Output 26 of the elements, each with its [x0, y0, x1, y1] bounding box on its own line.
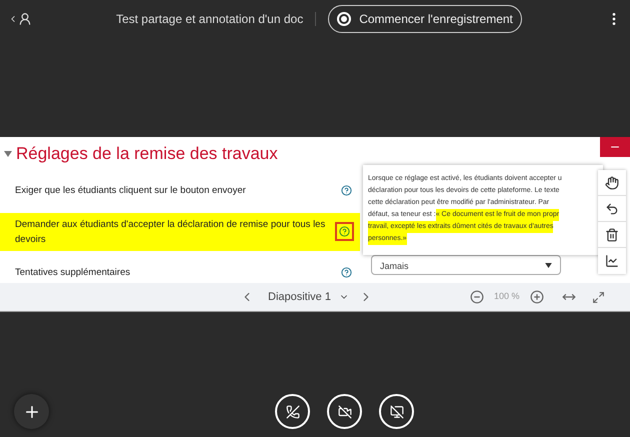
zoom-out-icon[interactable]	[470, 290, 484, 304]
record-icon	[337, 12, 352, 26]
phone-off-icon	[286, 404, 300, 418]
session-title: Test partage et annotation d'un doc	[116, 11, 304, 28]
help-icon[interactable]	[339, 265, 354, 280]
help-icon[interactable]	[335, 222, 354, 241]
section-heading: Réglages de la remise des travaux	[16, 143, 278, 165]
record-button[interactable]: Commencer l'enregistrement	[328, 5, 522, 33]
setting-label: Exiger que les étudiants cliquent sur le bouton envoyer	[15, 184, 247, 198]
setting-label: Tentatives supplémentaires	[15, 266, 132, 280]
zoom-in-icon[interactable]	[530, 290, 544, 304]
select-field[interactable]: Jamais	[371, 255, 561, 275]
collapse-triangle-icon[interactable]	[4, 150, 12, 157]
monitor-off-icon	[390, 404, 404, 418]
select-value: Jamais	[380, 260, 409, 274]
add-button[interactable]	[14, 394, 49, 429]
caret-icon	[545, 262, 552, 268]
screen-share-off-button[interactable]	[379, 394, 414, 429]
zoom-level: 100 %	[494, 290, 520, 304]
fullscreen-icon[interactable]	[592, 290, 605, 304]
video-off-button[interactable]	[327, 394, 362, 429]
phone-off-button[interactable]	[275, 394, 310, 429]
help-icon[interactable]	[339, 183, 354, 198]
slide-selector[interactable]: Diapositive 1	[268, 288, 349, 306]
video-off-icon	[338, 404, 352, 418]
setting-label: Demander aux étudiants d'accepter la déclaration de remise pour tous les devoirs	[15, 218, 326, 246]
